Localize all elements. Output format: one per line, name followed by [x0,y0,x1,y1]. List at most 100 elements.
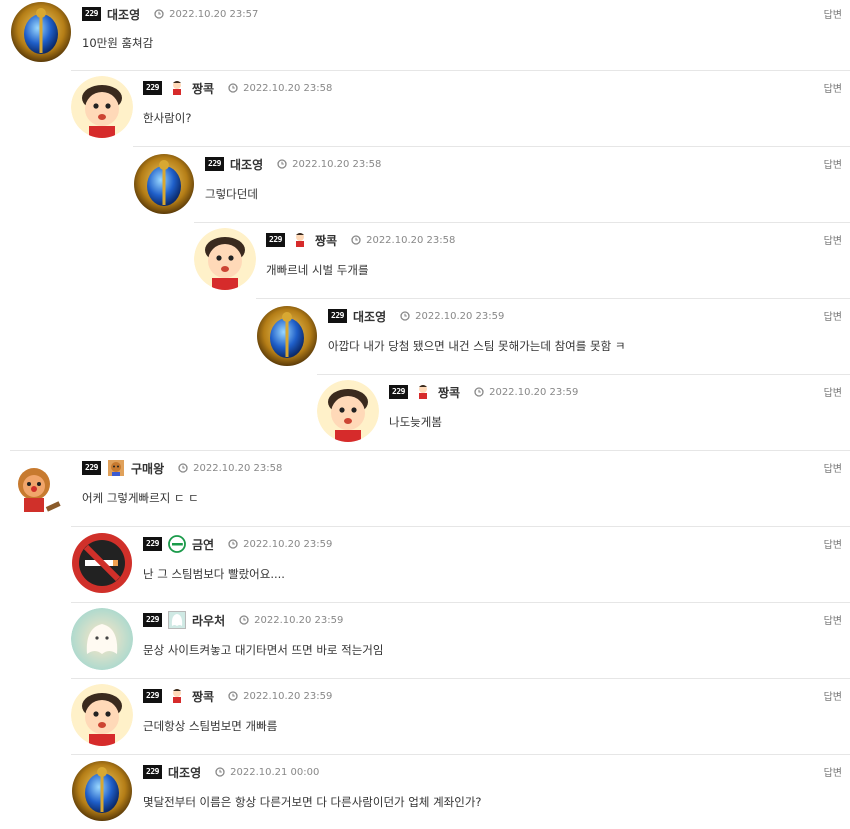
reply-button[interactable]: 답변 [824,384,842,399]
author-name[interactable]: 짱콕 [192,80,214,97]
comment: 229 짱콕 2022.10.20 23:59 답변 근데항상 스팀범보면 개빠… [71,678,850,754]
reply-button[interactable]: 답변 [824,308,842,323]
comment-text: 난 그 스팀범보다 빨랐어요.... [143,567,285,581]
comment-date: 2022.10.20 23:57 [169,8,259,20]
author-name[interactable]: 대조영 [353,308,386,325]
author-name[interactable]: 짱콕 [438,384,460,401]
reply-button[interactable]: 답변 [824,6,842,21]
comment-date: 2022.10.20 23:58 [366,234,456,246]
comment-text: 근데항상 스팀범보면 개빠름 [143,719,278,733]
author-name[interactable]: 대조영 [230,156,263,173]
comment: 229 대조영 2022.10.20 23:59 답변 아깝다 내가 당첨 됐으… [256,298,850,374]
comment-text: 그렇다던데 [205,187,258,201]
comment-meta: 229 대조영 2022.10.21 00:00 [143,764,319,780]
reply-button[interactable]: 답변 [824,536,842,551]
clock-icon [154,9,164,19]
comment: 229 대조영 2022.10.20 23:58 답변 그렇다던데 [133,146,850,222]
level-badge: 229 [143,613,162,627]
level-badge: 229 [328,309,347,323]
comment-date: 2022.10.20 23:58 [193,462,283,474]
reply-button[interactable]: 답변 [824,764,842,779]
clock-icon [215,767,225,777]
comment-text: 10만원 훔쳐감 [82,36,154,50]
comment: 229 짱콕 2022.10.20 23:59 답변 나도늦게봄 [317,374,850,450]
author-name[interactable]: 라우처 [192,612,225,629]
author-name[interactable]: 금연 [192,536,214,553]
comment: 229 금연 2022.10.20 23:59 답변 난 그 스팀범보다 빨랐어… [71,526,850,602]
comment-divider [317,374,850,375]
comment-date: 2022.10.20 23:59 [489,386,579,398]
comment-divider [71,526,850,527]
comment-meta: 229 대조영 2022.10.20 23:58 [205,156,381,172]
shinchan-avatar[interactable] [194,228,256,290]
level-badge: 229 [82,7,101,21]
comment-divider [194,222,850,223]
comment: 229 짱콕 2022.10.20 23:58 답변 한사람이? [71,70,850,146]
comment-date: 2022.10.20 23:58 [292,158,382,170]
comment-date: 2022.10.21 00:00 [230,766,320,778]
comment-meta: 229 대조영 2022.10.20 23:57 [82,6,258,22]
level-badge: 229 [143,537,162,551]
scarab-avatar[interactable] [10,1,72,63]
comment-divider [256,298,850,299]
reply-button[interactable]: 답변 [824,80,842,95]
comment-meta: 229 금연 2022.10.20 23:59 [143,535,333,553]
author-name[interactable]: 구매왕 [131,460,164,477]
clock-icon [277,159,287,169]
shinchan-icon [168,687,186,705]
shinchan-avatar[interactable] [71,684,133,746]
reply-button[interactable]: 답변 [824,612,842,627]
no-smoking-avatar[interactable] [71,532,133,594]
level-badge: 229 [143,81,162,95]
level-badge: 229 [389,385,408,399]
clock-icon [239,615,249,625]
comment-divider [71,678,850,679]
comment-meta: 229 짱콕 2022.10.20 23:59 [143,688,332,704]
clock-icon [400,311,410,321]
scarab-avatar[interactable] [256,305,318,367]
breadman-avatar[interactable] [10,458,72,520]
comment-meta: 229 대조영 2022.10.20 23:59 [328,308,504,324]
clock-icon [178,463,188,473]
shinchan-avatar[interactable] [317,380,379,442]
scarab-avatar[interactable] [133,153,195,215]
comment-text: 아깝다 내가 당첨 됐으면 내건 스팀 못해가는데 참여를 못함 ㅋ [328,339,626,353]
comment-text: 몇달전부터 이름은 항상 다른거보면 다 다른사람이던가 업체 계좌인가? [143,795,482,809]
author-name[interactable]: 대조영 [107,6,140,23]
comment: 229 구매왕 2022.10.20 23:58 답변 어케 그렇게빠르지 ㄷ … [10,450,850,526]
shinchan-icon [291,231,309,249]
level-badge: 229 [82,461,101,475]
clock-icon [228,83,238,93]
author-name[interactable]: 짱콕 [315,232,337,249]
comment-text: 한사람이? [143,111,192,125]
comment-meta: 229 짱콕 2022.10.20 23:58 [143,80,332,96]
comment-divider [71,754,850,755]
reply-button[interactable]: 답변 [824,460,842,475]
author-name[interactable]: 짱콕 [192,688,214,705]
reply-button[interactable]: 답변 [824,232,842,247]
comment-meta: 229 라우처 2022.10.20 23:59 [143,611,343,629]
shinchan-icon [168,79,186,97]
comment-meta: 229 구매왕 2022.10.20 23:58 [82,460,282,476]
clock-icon [228,691,238,701]
comment-date: 2022.10.20 23:59 [243,690,333,702]
ghost-icon [168,611,186,629]
comment-date: 2022.10.20 23:59 [243,538,333,550]
comment-divider [71,70,850,71]
comment-meta: 229 짱콕 2022.10.20 23:59 [389,384,578,400]
comment: 229 대조영 2022.10.21 00:00 답변 몇달전부터 이름은 항상… [71,754,850,829]
no-smoking-icon [168,535,186,553]
scarab-avatar[interactable] [71,760,133,822]
shinchan-avatar[interactable] [71,76,133,138]
author-name[interactable]: 대조영 [168,764,201,781]
comment-text: 어케 그렇게빠르지 ㄷ ㄷ [82,491,199,505]
clock-icon [474,387,484,397]
breadman-icon [107,459,125,477]
reply-button[interactable]: 답변 [824,156,842,171]
comment-text: 문상 사이트켜놓고 대기타면서 뜨면 바로 적는거임 [143,643,384,657]
comment-date: 2022.10.20 23:59 [415,310,505,322]
comment-text: 나도늦게봄 [389,415,442,429]
level-badge: 229 [205,157,224,171]
reply-button[interactable]: 답변 [824,688,842,703]
ghost-avatar[interactable] [71,608,133,670]
